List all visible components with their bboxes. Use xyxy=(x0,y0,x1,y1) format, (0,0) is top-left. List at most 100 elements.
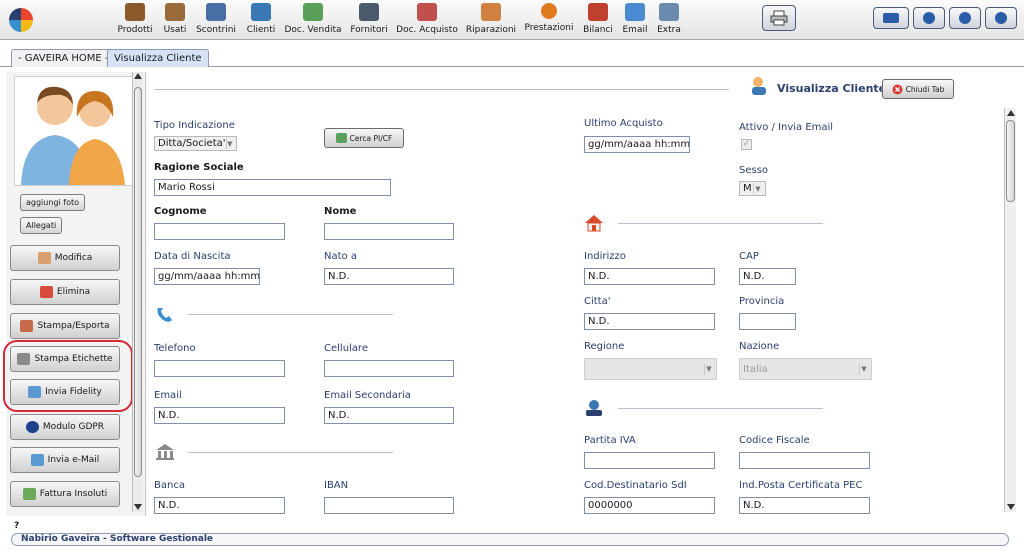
power-button[interactable] xyxy=(985,7,1017,29)
scroll-thumb[interactable] xyxy=(134,87,142,477)
tab-visualizza-cliente[interactable]: Visualizza Cliente xyxy=(107,49,209,67)
toolbar-riparazioni[interactable]: Riparazioni xyxy=(464,2,518,38)
phone-icon xyxy=(157,308,172,322)
add-photo-button[interactable]: aggiungi foto xyxy=(20,194,86,211)
indirizzo-field[interactable]: N.D. xyxy=(584,268,715,285)
sesso-label: Sesso xyxy=(739,165,769,176)
ultimo-acquisto-field[interactable]: gg/mm/aaaa hh:mm xyxy=(584,136,690,153)
scroll-up-arrow-icon[interactable] xyxy=(1007,110,1015,116)
help-indicator[interactable]: ? xyxy=(14,521,19,531)
fattura-insoluti-button[interactable]: Fattura Insoluti xyxy=(10,481,120,507)
services-icon xyxy=(541,3,557,19)
pec-label: Ind.Posta Certificata PEC xyxy=(739,480,863,491)
toolbar-email[interactable]: Email xyxy=(620,2,650,38)
regione-select[interactable]: ▼ xyxy=(584,358,717,380)
data-nascita-label: Data di Nascita xyxy=(154,251,231,262)
email-secondaria-field[interactable]: N.D. xyxy=(324,407,454,424)
attivo-checkbox[interactable]: ✓ xyxy=(741,139,752,150)
toolbar-usati[interactable]: Usati xyxy=(160,2,190,38)
bank-icon xyxy=(156,444,174,460)
scroll-up-arrow-icon[interactable] xyxy=(134,73,142,79)
toolbar-doc-acquisto[interactable]: Doc. Acquisto xyxy=(395,2,459,38)
toolbar-fornitori[interactable]: Fornitori xyxy=(348,2,390,38)
search-vat-button[interactable]: Cerca PI/CF xyxy=(324,128,404,148)
balances-icon xyxy=(588,3,608,21)
provincia-field[interactable] xyxy=(739,313,796,330)
modulo-gdpr-button[interactable]: Modulo GDPR xyxy=(10,414,120,440)
settings-gear-icon xyxy=(923,12,935,24)
partita-iva-field[interactable] xyxy=(584,452,715,469)
form-scrollbar[interactable] xyxy=(1004,108,1016,512)
scroll-thumb[interactable] xyxy=(1006,120,1015,202)
stampa-esporta-button[interactable]: Stampa/Esporta xyxy=(10,313,120,339)
cod-destinatario-field[interactable]: 0000000 xyxy=(584,497,715,514)
address-divider xyxy=(618,223,823,224)
data-nascita-field[interactable]: gg/mm/aaaa hh:mm xyxy=(154,268,260,285)
receipts-icon xyxy=(206,3,226,21)
cap-field[interactable]: N.D. xyxy=(739,268,796,285)
toolbar-extra[interactable]: Extra xyxy=(655,2,683,38)
app-name-label: Nabirio Gaveira - Software Gestionale xyxy=(21,534,214,544)
left-panel: aggiungi foto Allegati Modifica Elimina … xyxy=(6,72,146,517)
invia-email-button[interactable]: Invia e-Mail xyxy=(10,447,120,473)
banca-field[interactable]: N.D. xyxy=(154,497,285,514)
pec-field[interactable]: N.D. xyxy=(739,497,870,514)
toolbar-bilanci[interactable]: Bilanci xyxy=(581,2,615,38)
toolbar-scontrini[interactable]: Scontrini xyxy=(196,2,236,38)
attivo-label: Attivo / Invia Email xyxy=(739,122,834,133)
send-email-icon xyxy=(30,454,44,466)
keyboard-button[interactable] xyxy=(873,7,909,29)
button-label: Modifica xyxy=(54,253,93,263)
tax-divider xyxy=(618,408,823,409)
tipo-indicazione-select[interactable]: Ditta/Societa' ▼ xyxy=(154,136,237,151)
banca-label: Banca xyxy=(154,480,185,491)
sesso-select[interactable]: M ▼ xyxy=(739,181,766,196)
codice-fiscale-field[interactable] xyxy=(739,452,870,469)
scroll-down-arrow-icon[interactable] xyxy=(1007,504,1015,510)
nome-field[interactable] xyxy=(324,223,454,240)
telefono-field[interactable] xyxy=(154,360,285,377)
regione-label: Regione xyxy=(584,341,625,352)
chevron-down-icon: ▼ xyxy=(753,183,762,194)
button-label: Fattura Insoluti xyxy=(39,489,108,499)
toolbar-label: Riparazioni xyxy=(465,25,517,35)
print-button[interactable] xyxy=(762,5,796,31)
toolbar-label: Prodotti xyxy=(117,25,153,35)
toolbar-prestazioni[interactable]: Prestazioni xyxy=(522,2,576,38)
cellulare-field[interactable] xyxy=(324,360,454,377)
settings-button[interactable] xyxy=(913,7,945,29)
toolbar-doc-vendita[interactable]: Doc. Vendita xyxy=(283,2,343,38)
cellulare-label: Cellulare xyxy=(324,343,368,354)
modifica-button[interactable]: Modifica xyxy=(10,245,120,271)
elimina-button[interactable]: Elimina xyxy=(10,279,120,305)
repairs-icon xyxy=(481,3,501,21)
calculator-icon xyxy=(335,133,347,143)
indirizzo-label: Indirizzo xyxy=(584,251,626,262)
nazione-select[interactable]: Italia ▼ xyxy=(739,358,872,380)
toolbar-label: Clienti xyxy=(246,25,276,35)
button-label: Modulo GDPR xyxy=(42,422,105,432)
toolbar-label: Email xyxy=(622,25,648,35)
client-form: Visualizza Cliente Chiudi Tab Tipo Indic… xyxy=(146,72,1004,514)
cognome-field[interactable] xyxy=(154,223,285,240)
toolbar-clienti[interactable]: Clienti xyxy=(245,2,277,38)
page-title: Visualizza Cliente xyxy=(777,82,887,95)
iban-field[interactable] xyxy=(324,497,454,514)
nato-a-field[interactable]: N.D. xyxy=(324,268,454,285)
suppliers-icon xyxy=(359,3,379,21)
close-tab-button[interactable]: Chiudi Tab xyxy=(882,79,954,99)
main-toolbar: Prodotti Usati Scontrini Clienti Doc. Ve… xyxy=(0,0,1024,40)
used-items-icon xyxy=(165,3,185,21)
left-panel-scrollbar[interactable] xyxy=(132,72,143,512)
toolbar-label: Fornitori xyxy=(350,25,388,35)
power-icon xyxy=(995,12,1007,24)
tab-home[interactable]: - GAVEIRA HOME - xyxy=(11,49,116,67)
email-field[interactable]: N.D. xyxy=(154,407,285,424)
nato-a-label: Nato a xyxy=(324,251,357,262)
toolbar-prodotti[interactable]: Prodotti xyxy=(117,2,153,38)
ragione-sociale-field[interactable]: Mario Rossi xyxy=(154,179,391,196)
citta-field[interactable]: N.D. xyxy=(584,313,715,330)
attachments-button[interactable]: Allegati xyxy=(20,217,63,234)
scroll-down-arrow-icon[interactable] xyxy=(134,504,142,510)
minimize-button[interactable] xyxy=(949,7,981,29)
